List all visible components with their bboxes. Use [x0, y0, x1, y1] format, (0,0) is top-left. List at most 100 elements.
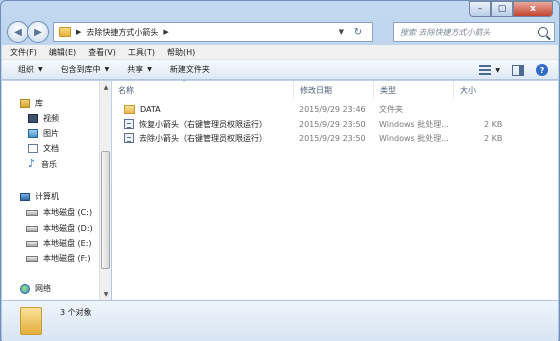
column-header-size[interactable]: 大小	[454, 81, 514, 99]
address-bar[interactable]: ▶ 去除快捷方式小箭头 ▶ ▼ ↻	[53, 22, 373, 42]
column-header-label: 名称	[118, 85, 134, 95]
nav-item-pictures[interactable]: 图片	[28, 128, 59, 139]
sort-indicator-icon: ^	[182, 80, 187, 86]
drive-icon	[26, 240, 38, 247]
new-folder-button[interactable]: 新建文件夹	[170, 64, 210, 75]
file-name: 恢复小箭头（右键管理员权限运行）	[139, 119, 267, 129]
back-button[interactable]: ◀	[7, 21, 29, 43]
nav-item-label: 音乐	[41, 160, 57, 169]
nav-item-network[interactable]: 网络	[20, 283, 51, 294]
scroll-up-icon[interactable]: ▲	[100, 81, 112, 93]
nav-item-music[interactable]: 音乐	[28, 157, 57, 170]
file-name: DATA	[140, 104, 161, 114]
nav-item-documents[interactable]: 文档	[28, 143, 59, 154]
nav-item-drive-f[interactable]: 本地磁盘 (F:)	[26, 253, 90, 264]
maximize-button[interactable]: ▢	[491, 1, 513, 17]
column-header-modified[interactable]: 修改日期	[294, 81, 374, 99]
chevron-down-icon: ▼	[147, 66, 152, 73]
navigation-bar: ◀ ▶ ▶ 去除快捷方式小箭头 ▶ ▼ ↻ 搜索 去除快捷方式小箭头	[7, 21, 555, 43]
close-button[interactable]: x	[513, 1, 553, 17]
nav-item-drive-c[interactable]: 本地磁盘 (C:)	[26, 207, 92, 218]
breadcrumb-separator-icon[interactable]: ▶	[76, 28, 81, 36]
drive-icon	[26, 255, 38, 262]
chevron-down-icon: ▼	[38, 66, 43, 73]
nav-item-label: 本地磁盘 (E:)	[43, 239, 92, 248]
documents-icon	[28, 144, 38, 153]
file-type: Windows 批处理...	[379, 133, 449, 143]
include-in-library-button[interactable]: 包含到库中 ▼	[61, 64, 110, 75]
batch-file-icon	[124, 133, 134, 143]
organize-label: 组织	[18, 65, 34, 74]
command-bar: 组织 ▼ 包含到库中 ▼ 共享 ▼ 新建文件夹 ▼ ?	[2, 60, 558, 80]
breadcrumb-current-folder[interactable]: 去除快捷方式小箭头	[86, 27, 158, 38]
preview-pane-icon[interactable]	[512, 64, 524, 76]
change-view-icon[interactable]	[479, 65, 492, 75]
file-row[interactable]: 去除小箭头（右键管理员权限运行） 2015/9/29 23:50 Windows…	[112, 132, 558, 144]
view-controls: ▼ ?	[479, 64, 548, 76]
nav-item-label: 网络	[35, 284, 51, 293]
menu-bar: 文件(F) 编辑(E) 查看(V) 工具(T) 帮助(H)	[2, 45, 558, 60]
scrollbar-thumb[interactable]	[101, 151, 110, 269]
folder-icon	[59, 27, 71, 37]
column-header-name[interactable]: ^ 名称	[112, 80, 294, 99]
file-list: ^ 名称 修改日期 类型 大小 DATA 2015/9/29 23:46 文件夹…	[112, 80, 558, 300]
file-row[interactable]: 恢复小箭头（右键管理员权限运行） 2015/9/29 23:50 Windows…	[112, 118, 558, 130]
file-modified: 2015/9/29 23:46	[299, 104, 366, 114]
video-icon	[28, 114, 38, 123]
refresh-button[interactable]: ↻	[348, 24, 368, 40]
refresh-icon: ↻	[353, 26, 363, 38]
include-in-library-label: 包含到库中	[60, 65, 101, 74]
pictures-icon	[28, 129, 38, 138]
file-modified: 2015/9/29 23:50	[299, 133, 366, 143]
explorer-window: – ▢ x ◀ ▶ ▶ 去除快捷方式小箭头 ▶ ▼ ↻ 搜索 去除快捷方式小箭头…	[0, 0, 560, 341]
nav-item-label: 本地磁盘 (F:)	[43, 254, 91, 263]
search-input[interactable]: 搜索 去除快捷方式小箭头	[400, 27, 538, 38]
search-box[interactable]: 搜索 去除快捷方式小箭头	[393, 22, 555, 42]
column-header-label: 类型	[380, 85, 396, 95]
details-pane: 3 个对象	[2, 300, 558, 341]
breadcrumb-chevron-icon[interactable]: ▶	[163, 28, 168, 36]
chevron-down-icon[interactable]: ▼	[495, 67, 500, 74]
nav-item-computer[interactable]: 计算机	[20, 191, 59, 202]
menu-view[interactable]: 查看(V)	[88, 47, 116, 58]
chevron-down-icon: ▼	[104, 66, 110, 73]
menu-file[interactable]: 文件(F)	[10, 47, 37, 58]
address-history-dropdown-icon[interactable]: ▼	[339, 28, 344, 36]
nav-item-library[interactable]: 库	[20, 98, 43, 109]
nav-item-label: 计算机	[35, 192, 59, 201]
navigation-scrollbar[interactable]: ▲ ▼	[99, 81, 111, 300]
menu-edit[interactable]: 编辑(E)	[49, 47, 76, 58]
forward-button[interactable]: ▶	[27, 21, 49, 43]
menu-tools[interactable]: 工具(T)	[128, 47, 155, 58]
drive-icon	[26, 209, 38, 216]
back-arrow-icon: ◀	[14, 26, 22, 38]
computer-icon	[20, 192, 30, 201]
search-icon[interactable]	[538, 27, 548, 37]
help-icon[interactable]: ?	[536, 64, 548, 76]
file-type: 文件夹	[379, 104, 403, 114]
file-name: 去除小箭头（右键管理员权限运行）	[139, 133, 267, 143]
nav-item-drive-e[interactable]: 本地磁盘 (E:)	[26, 238, 92, 249]
caption-buttons: – ▢ x	[469, 1, 553, 17]
file-size: 2 KB	[484, 133, 503, 143]
forward-arrow-icon: ▶	[34, 26, 42, 38]
batch-file-icon	[124, 119, 134, 129]
file-modified: 2015/9/29 23:50	[299, 119, 366, 129]
music-icon	[28, 157, 36, 170]
file-size: 2 KB	[484, 119, 503, 129]
menu-help[interactable]: 帮助(H)	[167, 47, 195, 58]
share-button[interactable]: 共享 ▼	[127, 64, 152, 75]
nav-item-label: 视频	[43, 114, 59, 123]
scroll-down-icon[interactable]: ▼	[100, 288, 112, 300]
nav-item-video[interactable]: 视频	[28, 113, 59, 124]
share-label: 共享	[127, 65, 144, 74]
nav-item-drive-d[interactable]: 本地磁盘 (D:)	[26, 223, 93, 234]
minimize-button[interactable]: –	[469, 1, 491, 17]
organize-button[interactable]: 组织 ▼	[18, 64, 43, 75]
column-header-type[interactable]: 类型	[374, 81, 454, 99]
file-row[interactable]: DATA 2015/9/29 23:46 文件夹	[112, 103, 558, 115]
drive-icon	[26, 225, 38, 232]
navigation-pane: 库 视频 图片 文档 音乐 计算机 本地磁盘 (C:) 本地磁盘 (D:)	[2, 81, 99, 300]
nav-item-label: 文档	[43, 144, 59, 153]
column-header-label: 修改日期	[300, 85, 332, 95]
